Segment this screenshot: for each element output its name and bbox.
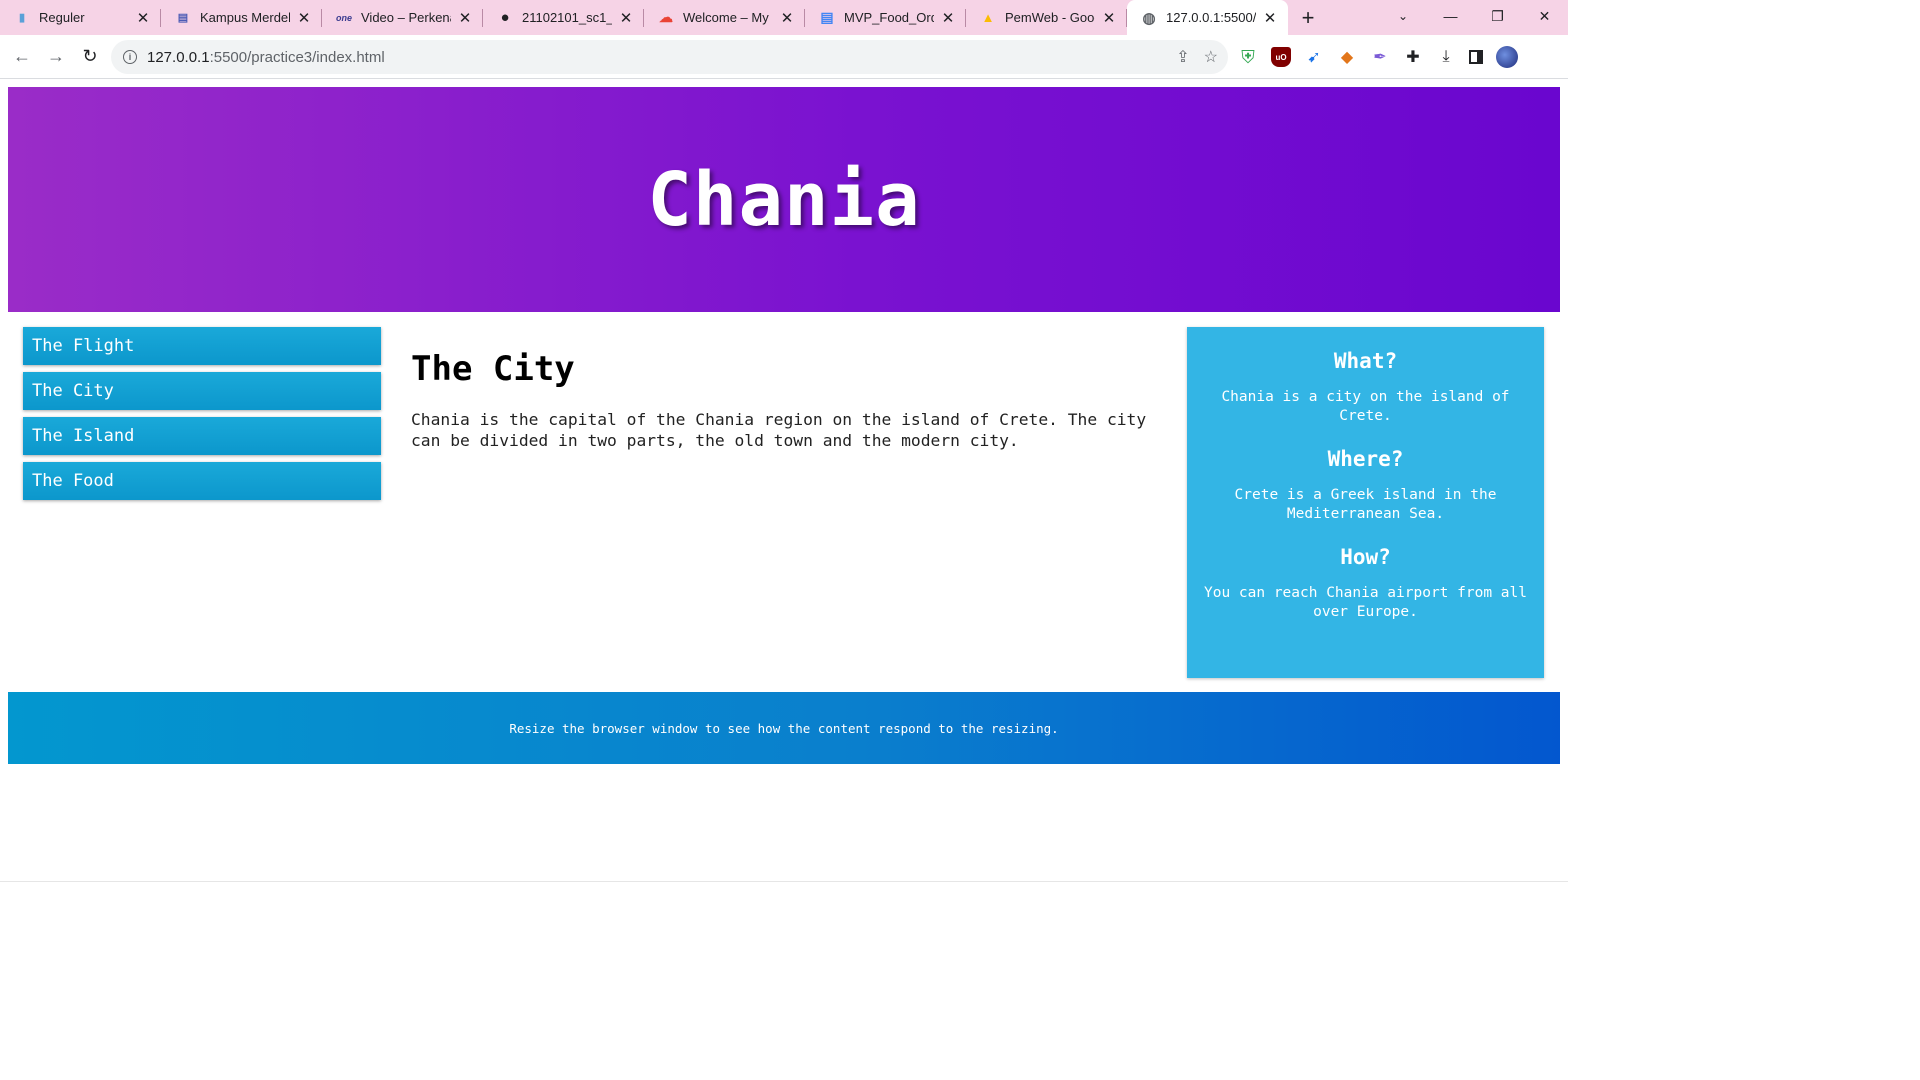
google-cloud-favicon: ☁ [659,9,673,25]
close-icon[interactable]: ✕ [296,9,312,27]
page-footer: Resize the browser window to see how the… [8,692,1560,764]
browser-tab[interactable]: ▤ Kampus Merdeka ✕ [161,0,322,35]
menu-item-food[interactable]: The Food [23,462,381,500]
side-panel-icon[interactable] [1469,50,1483,64]
web-page: Chania The Flight The City The Island Th… [0,79,1568,885]
aside-text-where: Crete is a Greek island in the Mediterra… [1234,487,1497,522]
section-heading: The City [411,349,575,389]
window-bottom-edge [0,881,1568,882]
browser-toolbar: ← → ↻ i 127.0.0.1:5500/practice3/index.h… [0,35,1568,303]
tab-title: Kampus Merdeka [200,10,290,25]
restore-icon[interactable]: ❐ [1474,0,1521,32]
menu-item-city[interactable]: The City [23,372,381,410]
tab-title: 21102101_sc1_pw [522,10,612,25]
url-path: :5500/practice3/index.html [209,48,385,66]
extensions-puzzle-icon[interactable]: ✚ [1403,47,1423,67]
close-icon[interactable]: ✕ [135,9,151,27]
tab-search-icon[interactable]: ⌄ [1388,0,1418,32]
reguler-favicon: ▮ [18,12,26,24]
aside-heading-how: How? [1340,545,1391,569]
page-title: Chania [647,156,921,243]
tab-title: Video – Perkenalan [361,10,451,25]
tab-title: Welcome – My F [683,10,773,25]
google-docs-favicon: ▤ [820,9,834,25]
metamask-fox-icon[interactable]: ◆ [1337,47,1357,67]
footer-text: Resize the browser window to see how the… [509,720,1059,736]
address-bar[interactable]: i 127.0.0.1:5500/practice3/index.html ⇪ … [111,40,1228,74]
github-favicon: ● [500,9,510,26]
browser-tab-active[interactable]: ◍ 127.0.0.1:5500/p ✕ [1127,0,1288,35]
close-icon[interactable]: ✕ [618,9,634,27]
tab-title: Reguler [39,10,85,25]
browser-tab[interactable]: one Video – Perkenalan ✕ [322,0,483,35]
feather-extension-icon[interactable]: ✒ [1370,47,1390,67]
close-icon[interactable]: ✕ [457,9,473,27]
shield-extension-icon[interactable]: ⛨ [1238,47,1258,67]
download-icon[interactable]: ⤓ [1436,47,1456,67]
aside-text-how: You can reach Chania airport from all ov… [1203,585,1527,620]
close-icon[interactable]: ✕ [1262,9,1278,27]
browser-tab[interactable]: ▲ PemWeb - Goog ✕ [966,0,1127,35]
info-aside: What? Chania is a city on the island of … [1187,327,1544,678]
browser-tab[interactable]: ● 21102101_sc1_pw ✕ [483,0,644,35]
video-favicon: one [336,12,353,23]
window-controls: — ❐ ✕ [1427,0,1568,35]
url-text[interactable]: 127.0.0.1:5500/practice3/index.html [147,49,385,66]
globe-favicon: ◍ [1142,9,1156,27]
menu-item-island[interactable]: The Island [23,417,381,455]
ublock-extension-icon[interactable]: uO [1271,47,1291,67]
arrow-extension-icon[interactable]: ➹ [1304,47,1324,67]
kampus-merdeka-favicon: ▤ [177,12,189,24]
omnibox-actions: ⇪ ☆ [1176,40,1218,74]
section-paragraph: Chania is the capital of the Chania regi… [411,410,1147,450]
bookmark-star-icon[interactable]: ☆ [1204,47,1218,67]
forward-icon[interactable]: → [40,41,72,73]
tab-title: 127.0.0.1:5500/p [1166,10,1256,25]
reload-icon[interactable]: ↻ [74,41,106,73]
side-menu: The Flight The City The Island The Food [23,327,381,507]
close-window-icon[interactable]: ✕ [1521,0,1568,32]
site-info-icon[interactable]: i [123,50,137,64]
google-drive-favicon: ▲ [981,10,995,25]
new-tab-button[interactable]: + [1288,0,1328,35]
extensions-bar: ⛨ uO ➹ ◆ ✒ ✚ ⤓ ⋮ [1238,35,1518,303]
close-icon[interactable]: ✕ [940,9,956,27]
tab-strip: ▮ Reguler ✕ ▤ Kampus Merdeka ✕ one Video… [0,0,1568,35]
browser-tab[interactable]: ▮ Reguler ✕ [0,0,161,35]
share-icon[interactable]: ⇪ [1176,47,1189,67]
url-host: 127.0.0.1 [147,48,210,66]
browser-tab[interactable]: ☁ Welcome – My F ✕ [644,0,805,35]
back-icon[interactable]: ← [6,41,38,73]
tab-title: MVP_Food_Orde [844,10,934,25]
header-banner: Chania [8,87,1560,312]
tab-title: PemWeb - Goog [1005,10,1095,25]
profile-avatar[interactable] [1496,46,1518,68]
minimize-icon[interactable]: — [1427,0,1474,32]
close-icon[interactable]: ✕ [779,9,795,27]
browser-tab[interactable]: ▤ MVP_Food_Orde ✕ [805,0,966,35]
close-icon[interactable]: ✕ [1101,9,1117,27]
aside-heading-what: What? [1333,349,1398,373]
menu-item-flight[interactable]: The Flight [23,327,381,365]
aside-text-what: Chania is a city on the island of Crete. [1221,389,1510,424]
aside-heading-where: Where? [1327,447,1404,471]
main-content: The City Chania is the capital of the Ch… [411,349,1161,451]
